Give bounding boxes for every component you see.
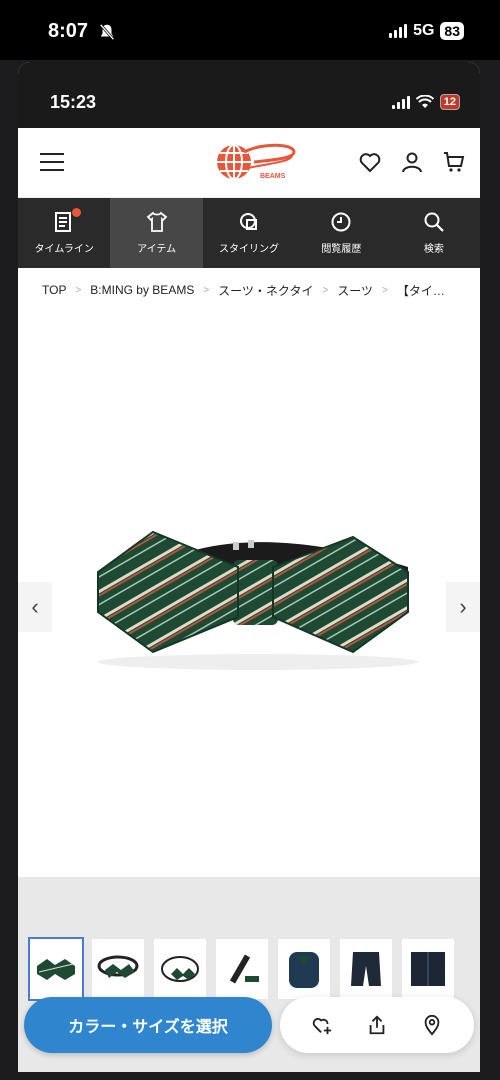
thumbnail-image [97, 955, 139, 978]
app-frame: 15:23 12 BEAMS タイムライン アイテム スタイリング 閲覧履歴 検… [18, 62, 480, 1072]
svg-text:BEAMS: BEAMS [260, 173, 286, 180]
network-type: 5G [413, 22, 435, 39]
nav-search[interactable]: 検索 [388, 198, 480, 268]
heart-plus-icon[interactable] [311, 1014, 333, 1036]
clock-icon [331, 212, 351, 232]
cart-icon[interactable] [442, 150, 466, 174]
breadcrumb: TOP > B:MING by BEAMS > スーツ・ネクタイ > スーツ >… [18, 268, 480, 312]
nav-styling[interactable]: スタイリング [203, 198, 295, 268]
breadcrumb-top[interactable]: TOP [42, 283, 66, 297]
user-icon[interactable] [400, 150, 424, 174]
cellular-signal-icon [391, 95, 410, 109]
nav-history[interactable]: 閲覧履歴 [295, 198, 387, 268]
menu-icon[interactable] [40, 153, 64, 173]
bow-tie-image [97, 530, 418, 670]
outer-status-bar: 8:07 5G 83 [0, 0, 500, 60]
chevron-right-icon: > [75, 284, 82, 296]
notification-dot [72, 208, 81, 217]
breadcrumb-category[interactable]: スーツ・ネクタイ [218, 282, 313, 299]
action-pill [280, 997, 474, 1053]
nav-label: タイムライン [34, 244, 94, 255]
breadcrumb-brand[interactable]: B:MING by BEAMS [90, 283, 194, 297]
breadcrumb-subcategory[interactable]: スーツ [337, 282, 373, 299]
nav-timeline[interactable]: タイムライン [18, 198, 110, 268]
main-nav: タイムライン アイテム スタイリング 閲覧履歴 検索 [18, 198, 480, 268]
thumbnail-image [229, 954, 259, 984]
share-icon[interactable] [366, 1014, 388, 1036]
inner-time: 15:23 [50, 92, 97, 112]
heart-icon[interactable] [358, 150, 382, 174]
select-color-size-button[interactable]: カラー・サイズを選択 [24, 997, 272, 1053]
thumbnail-image [289, 952, 319, 988]
product-image-carousel: ‹ › [18, 312, 480, 877]
thumbnail-image [37, 959, 75, 980]
battery-level: 83 [440, 22, 464, 40]
chevron-right-icon: > [203, 284, 210, 296]
thumbnail-image [161, 956, 199, 982]
nav-label: アイテム [137, 244, 177, 255]
styling-icon [240, 213, 258, 230]
wifi-icon [415, 95, 434, 108]
nav-label: スタイリング [219, 244, 280, 255]
chevron-right-icon: > [322, 284, 329, 296]
nav-label: 閲覧履歴 [321, 244, 362, 255]
cellular-signal-icon [389, 24, 408, 38]
outer-time: 8:07 [48, 20, 89, 42]
thumbnail-image [351, 952, 381, 986]
carousel-prev-button[interactable]: ‹ [18, 582, 52, 632]
bottom-action-bar: カラー・サイズを選択 [18, 989, 480, 1059]
breadcrumb-current[interactable]: 【タイ… [397, 282, 445, 299]
bell-muted-icon [99, 23, 115, 41]
nav-label: 検索 [423, 244, 444, 255]
tshirt-icon [146, 211, 167, 232]
chevron-right-icon: > [382, 284, 388, 296]
carousel-next-button[interactable]: › [446, 582, 480, 632]
site-header: BEAMS [18, 128, 480, 198]
beams-logo[interactable]: BEAMS [204, 140, 300, 186]
nav-item[interactable]: アイテム [110, 198, 203, 268]
search-icon [424, 212, 444, 232]
inner-battery-level: 12 [439, 94, 460, 110]
location-pin-icon[interactable] [421, 1014, 443, 1036]
thumbnail-image [411, 952, 445, 986]
inner-status-bar: 15:23 12 [18, 62, 480, 128]
